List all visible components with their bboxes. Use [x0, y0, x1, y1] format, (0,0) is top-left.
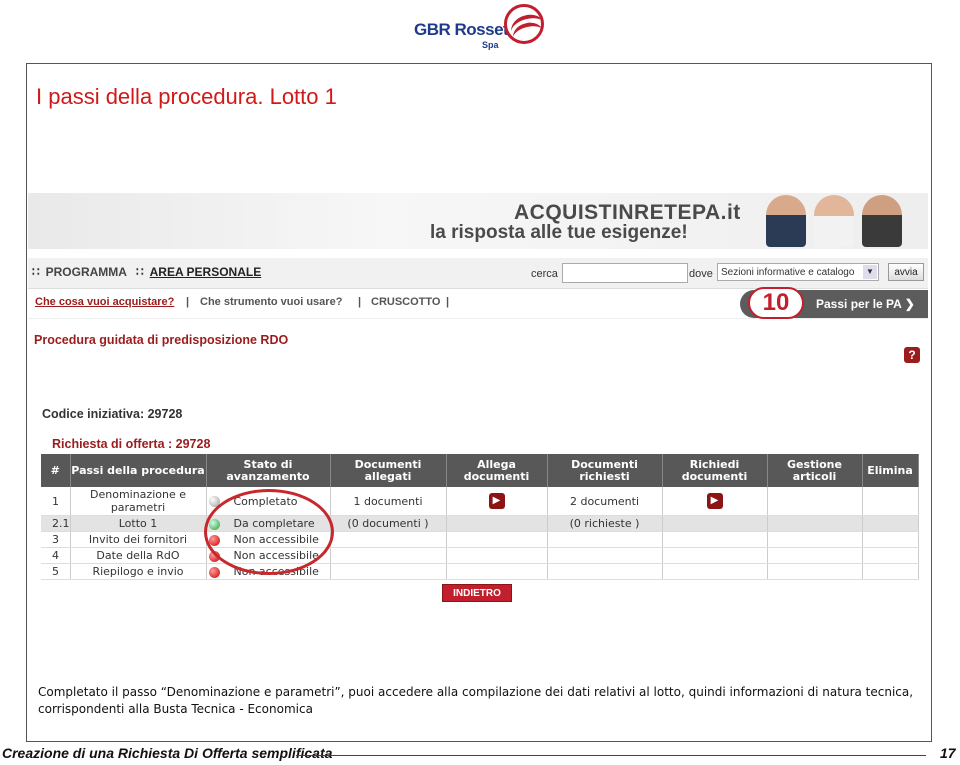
column-header: Documenti richiesti: [547, 454, 663, 487]
allega-cell: [446, 515, 548, 532]
column-header: Elimina: [862, 454, 919, 487]
slide-title: I passi della procedura. Lotto 1: [36, 84, 337, 109]
search-input[interactable]: [562, 263, 688, 283]
richiesti-link[interactable]: 2 documenti: [547, 487, 663, 516]
slide-frame: [26, 63, 932, 742]
logo-suffix: Spa: [482, 40, 499, 50]
avvia-button[interactable]: avvia: [888, 263, 924, 281]
table-row: 2.1 Lotto 1 Da completare (0 documenti )…: [41, 515, 919, 532]
banner-person-image: [766, 195, 806, 247]
status-highlight-circle: [204, 489, 334, 575]
help-icon[interactable]: ?: [904, 347, 920, 363]
table-row: 4 Date della RdO Non accessibile: [41, 547, 919, 564]
codice-value: 29728: [147, 407, 183, 421]
row-number: 4: [41, 547, 71, 564]
richiesta-title: Richiesta di offerta : 29728: [52, 437, 211, 451]
menu-link-strumento[interactable]: Che strumento vuoi usare?: [200, 296, 342, 308]
allegati-link[interactable]: (0 documenti ): [330, 515, 447, 532]
tab-programma[interactable]: ∷ PROGRAMMA: [32, 265, 127, 279]
step-link[interactable]: Lotto 1: [70, 515, 207, 532]
status-dot-red-icon: [208, 566, 220, 578]
step-label: Invito dei fornitori: [70, 531, 207, 548]
step-label: Date della RdO: [70, 547, 207, 564]
elimina-cell: [862, 515, 919, 532]
grid-dots-icon: ∷: [32, 265, 40, 279]
gbr-rossetto-logo: GBR Rossetto Spa: [412, 4, 548, 58]
scope-label: dove: [689, 268, 713, 280]
arrow-right-icon[interactable]: ▶: [706, 493, 723, 509]
passi-number: 10: [748, 287, 804, 319]
column-header: Passi della procedura: [70, 454, 207, 487]
row-number: 2.1: [41, 515, 71, 532]
column-header: Gestione articoli: [767, 454, 863, 487]
richiedi-cell: [662, 515, 768, 532]
passi-per-la-pa-link[interactable]: 10 Passi per le PA ❯: [740, 287, 928, 319]
passi-label: Passi per le PA: [816, 297, 902, 311]
top-navigation: ∷ PROGRAMMA ∷ AREA PERSONALE cerca dove Se…: [28, 258, 928, 289]
banner-person-image: [862, 195, 902, 247]
column-header: Stato di avanzamento: [206, 454, 331, 487]
table-header-row: # Passi della procedura Stato di avanzam…: [41, 454, 919, 487]
chevron-down-icon: ▼: [863, 265, 877, 279]
step-link[interactable]: Denominazione e parametri: [70, 487, 207, 516]
menu-separator: |: [446, 296, 450, 308]
gestione-cell: [767, 487, 863, 516]
indietro-button[interactable]: INDIETRO: [442, 584, 512, 602]
scope-select[interactable]: Sezioni informative e catalogo ▼: [717, 263, 879, 281]
richiedi-cell: ▶: [662, 487, 768, 516]
footer-title: Creazione di una Richiesta Di Offerta se…: [2, 745, 333, 761]
logo-brand: GBR: [414, 20, 451, 39]
procedure-steps-table: # Passi della procedura Stato di avanzam…: [41, 454, 919, 580]
banner-person-image: [814, 195, 854, 247]
tab-area-personale[interactable]: ∷ AREA PERSONALE: [136, 265, 261, 279]
allegati-link[interactable]: 1 documenti: [330, 487, 447, 516]
row-number: 3: [41, 531, 71, 548]
column-header: #: [41, 454, 71, 487]
allega-cell: ▶: [446, 487, 548, 516]
row-number: 1: [41, 487, 71, 516]
step-label: Riepilogo e invio: [70, 563, 207, 580]
procedure-title: Procedura guidata di predisposizione RDO: [34, 333, 289, 347]
chevron-right-icon: ❯: [904, 297, 915, 311]
richiesti-link[interactable]: (0 richieste ): [547, 515, 663, 532]
search-label: cerca: [531, 268, 558, 280]
row-number: 5: [41, 563, 71, 580]
footer-divider: [296, 755, 926, 756]
slide-caption: Completato il passo “Denominazione e par…: [38, 685, 914, 716]
table-row: 5 Riepilogo e invio Non accessibile: [41, 563, 919, 580]
secondary-menu: Che cosa vuoi acquistare? | Che strument…: [28, 287, 928, 319]
site-banner: ACQUISTINRETEPA.it la risposta alle tue …: [28, 193, 928, 249]
arrow-right-icon[interactable]: ▶: [488, 493, 505, 509]
menu-separator: |: [186, 296, 190, 308]
column-header: Allega documenti: [446, 454, 548, 487]
gestione-cell: [767, 515, 863, 532]
table-row: 1 Denominazione e parametri Completato 1…: [41, 487, 919, 516]
column-header: Richiedi documenti: [662, 454, 768, 487]
menu-separator: |: [358, 296, 362, 308]
menu-link-cruscotto[interactable]: CRUSCOTTO: [371, 296, 440, 308]
codice-iniziativa: Codice iniziativa: 29728: [42, 407, 183, 421]
elimina-cell: [862, 487, 919, 516]
grid-dots-icon: ∷: [136, 265, 144, 279]
table-row: 3 Invito dei fornitori Non accessibile: [41, 531, 919, 548]
page-number: 17: [940, 745, 956, 761]
column-header: Documenti allegati: [330, 454, 447, 487]
menu-link-cosa-acquistare[interactable]: Che cosa vuoi acquistare?: [35, 296, 174, 308]
banner-tagline: la risposta alle tue esigenze!: [430, 222, 688, 243]
logo-emblem-icon: [504, 4, 544, 44]
